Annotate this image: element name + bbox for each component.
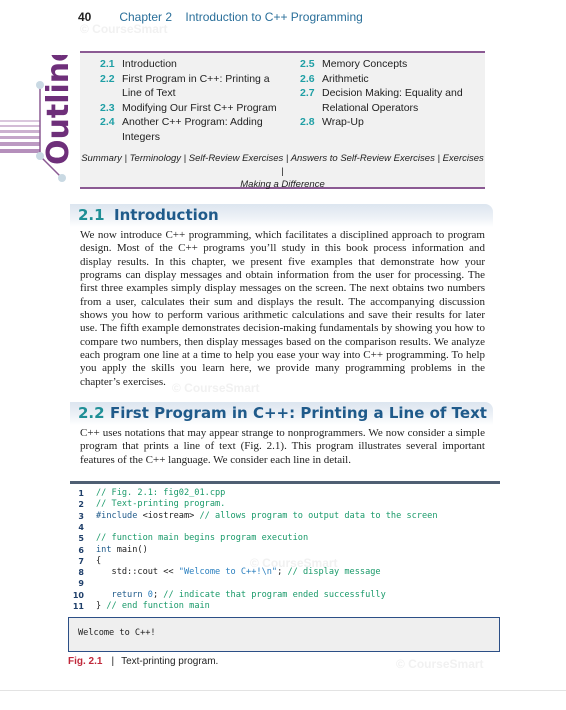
section-number: 2.5 <box>300 58 315 70</box>
code-text: // function main begins program executio… <box>96 533 309 544</box>
outline-left-column: 2.1 Introduction 2.2 First Program in C++:… <box>100 57 290 144</box>
section-number: 2.3 <box>100 101 115 114</box>
section-title: First Program in C++: Printing a Line of… <box>122 72 270 100</box>
line-number: 1 <box>78 489 84 498</box>
code-text: int main() <box>96 544 148 555</box>
code-text: // Text-printing program. <box>96 499 226 510</box>
section-heading-2-2: 2.2 First Program in C++: Printing a Lin… <box>70 402 493 425</box>
line-number: 9 <box>78 579 84 589</box>
code-listing: 1 // Fig. 2.1: fig02_01.cpp 2 // Text-print… <box>70 481 500 617</box>
chapter-title: Introduction to C++ Programming <box>185 10 363 24</box>
section-title: Modifying Our First C++ Program <box>122 101 277 114</box>
section-title: Decision Making: Equality and Relational… <box>322 87 463 114</box>
outline-item-2-7[interactable]: 2.7 Decision Making: Equality and Relatio… <box>300 86 480 115</box>
link-making-a-difference[interactable]: Making a Difference <box>240 179 324 190</box>
section-title: Arithmetic <box>322 72 369 85</box>
watermark: © CourseSmart <box>396 657 484 671</box>
outline-item-2-6[interactable]: 2.6 Arithmetic <box>300 72 480 87</box>
section-number: 2.4 <box>100 116 115 128</box>
code-text: } // end function main <box>96 601 210 611</box>
section-number: 2.6 <box>300 72 315 85</box>
section-number: 2.8 <box>300 116 315 128</box>
section-2-2-body: C++ uses notations that may appear stran… <box>80 427 485 466</box>
page-divider <box>0 690 566 691</box>
outline-end-links: Summary | Terminology | Self-Review Exer… <box>81 153 484 190</box>
link-terminology[interactable]: Terminology <box>130 153 181 164</box>
link-answers-self-review[interactable]: Answers to Self-Review Exercises <box>291 153 435 164</box>
section-title: Introduction <box>114 206 219 224</box>
line-number: 4 <box>78 522 84 532</box>
section-number: 2.1 <box>100 58 115 70</box>
outline-label: Outline <box>41 55 74 165</box>
section-heading-2-1: 2.1 Introduction <box>70 204 493 227</box>
watermark: © CourseSmart <box>172 381 260 395</box>
outline-item-2-1[interactable]: 2.1 Introduction <box>100 57 290 72</box>
chapter-outline: 2.1 Introduction 2.2 First Program in C++:… <box>80 51 485 190</box>
outline-item-2-3[interactable]: 2.3 Modifying Our First C++ Program <box>100 101 290 116</box>
caption-separator: | <box>111 656 115 667</box>
section-title: Another C++ Program: Adding Integers <box>122 116 263 143</box>
section-title: First Program in C++: Printing a Line of… <box>110 404 487 422</box>
line-number: 11 <box>72 602 84 611</box>
figure-label: Fig. 2.1 <box>68 656 103 667</box>
code-text: // Fig. 2.1: fig02_01.cpp <box>96 488 226 498</box>
code-text: { <box>96 555 102 566</box>
section-title: Memory Concepts <box>322 58 408 70</box>
outline-item-2-2[interactable]: 2.2 First Program in C++: Printing a Line… <box>100 72 290 101</box>
output-text: Welcome to C++! <box>78 628 156 638</box>
section-title: Wrap-Up <box>322 116 364 128</box>
line-number: 10 <box>72 590 84 600</box>
section-number: 2.2 <box>78 404 105 422</box>
outline-item-2-5[interactable]: 2.5 Memory Concepts <box>300 57 480 72</box>
figure-caption: Fig. 2.1 | Text-printing program. <box>68 656 218 667</box>
link-exercises[interactable]: Exercises <box>443 153 484 164</box>
code-text: return 0; // indicate that program ended… <box>96 589 386 600</box>
line-number: 5 <box>78 534 84 544</box>
outline-heading: Outline <box>41 55 74 165</box>
line-number: 6 <box>78 545 84 555</box>
section-number: 2.1 <box>78 206 105 224</box>
watermark: © CourseSmart <box>80 22 168 36</box>
program-output: Welcome to C++! <box>68 617 500 652</box>
outline-right-column: 2.5 Memory Concepts 2.6 Arithmetic 2.7 Deci… <box>300 57 480 130</box>
link-self-review-exercises[interactable]: Self-Review Exercises <box>189 153 284 164</box>
line-number: 7 <box>78 556 84 566</box>
line-number: 2 <box>78 500 84 510</box>
code-text: #include <iostream> // allows program to… <box>96 510 438 521</box>
outline-item-2-4[interactable]: 2.4 Another C++ Program: Adding Integers <box>100 115 290 144</box>
link-summary[interactable]: Summary <box>81 153 122 164</box>
section-title: Introduction <box>122 58 177 70</box>
line-number: 3 <box>78 511 84 521</box>
watermark: © CourseSmart <box>250 556 338 570</box>
section-2-1-body: We now introduce C++ programming, which … <box>80 229 485 388</box>
section-number: 2.7 <box>300 87 315 99</box>
outline-item-2-8[interactable]: 2.8 Wrap-Up <box>300 115 480 130</box>
line-number: 8 <box>78 568 84 578</box>
code-text: std::cout << "Welcome to C++!\n"; // dis… <box>96 567 381 578</box>
caption-text: Text-printing program. <box>121 656 219 667</box>
section-number: 2.2 <box>100 72 115 85</box>
